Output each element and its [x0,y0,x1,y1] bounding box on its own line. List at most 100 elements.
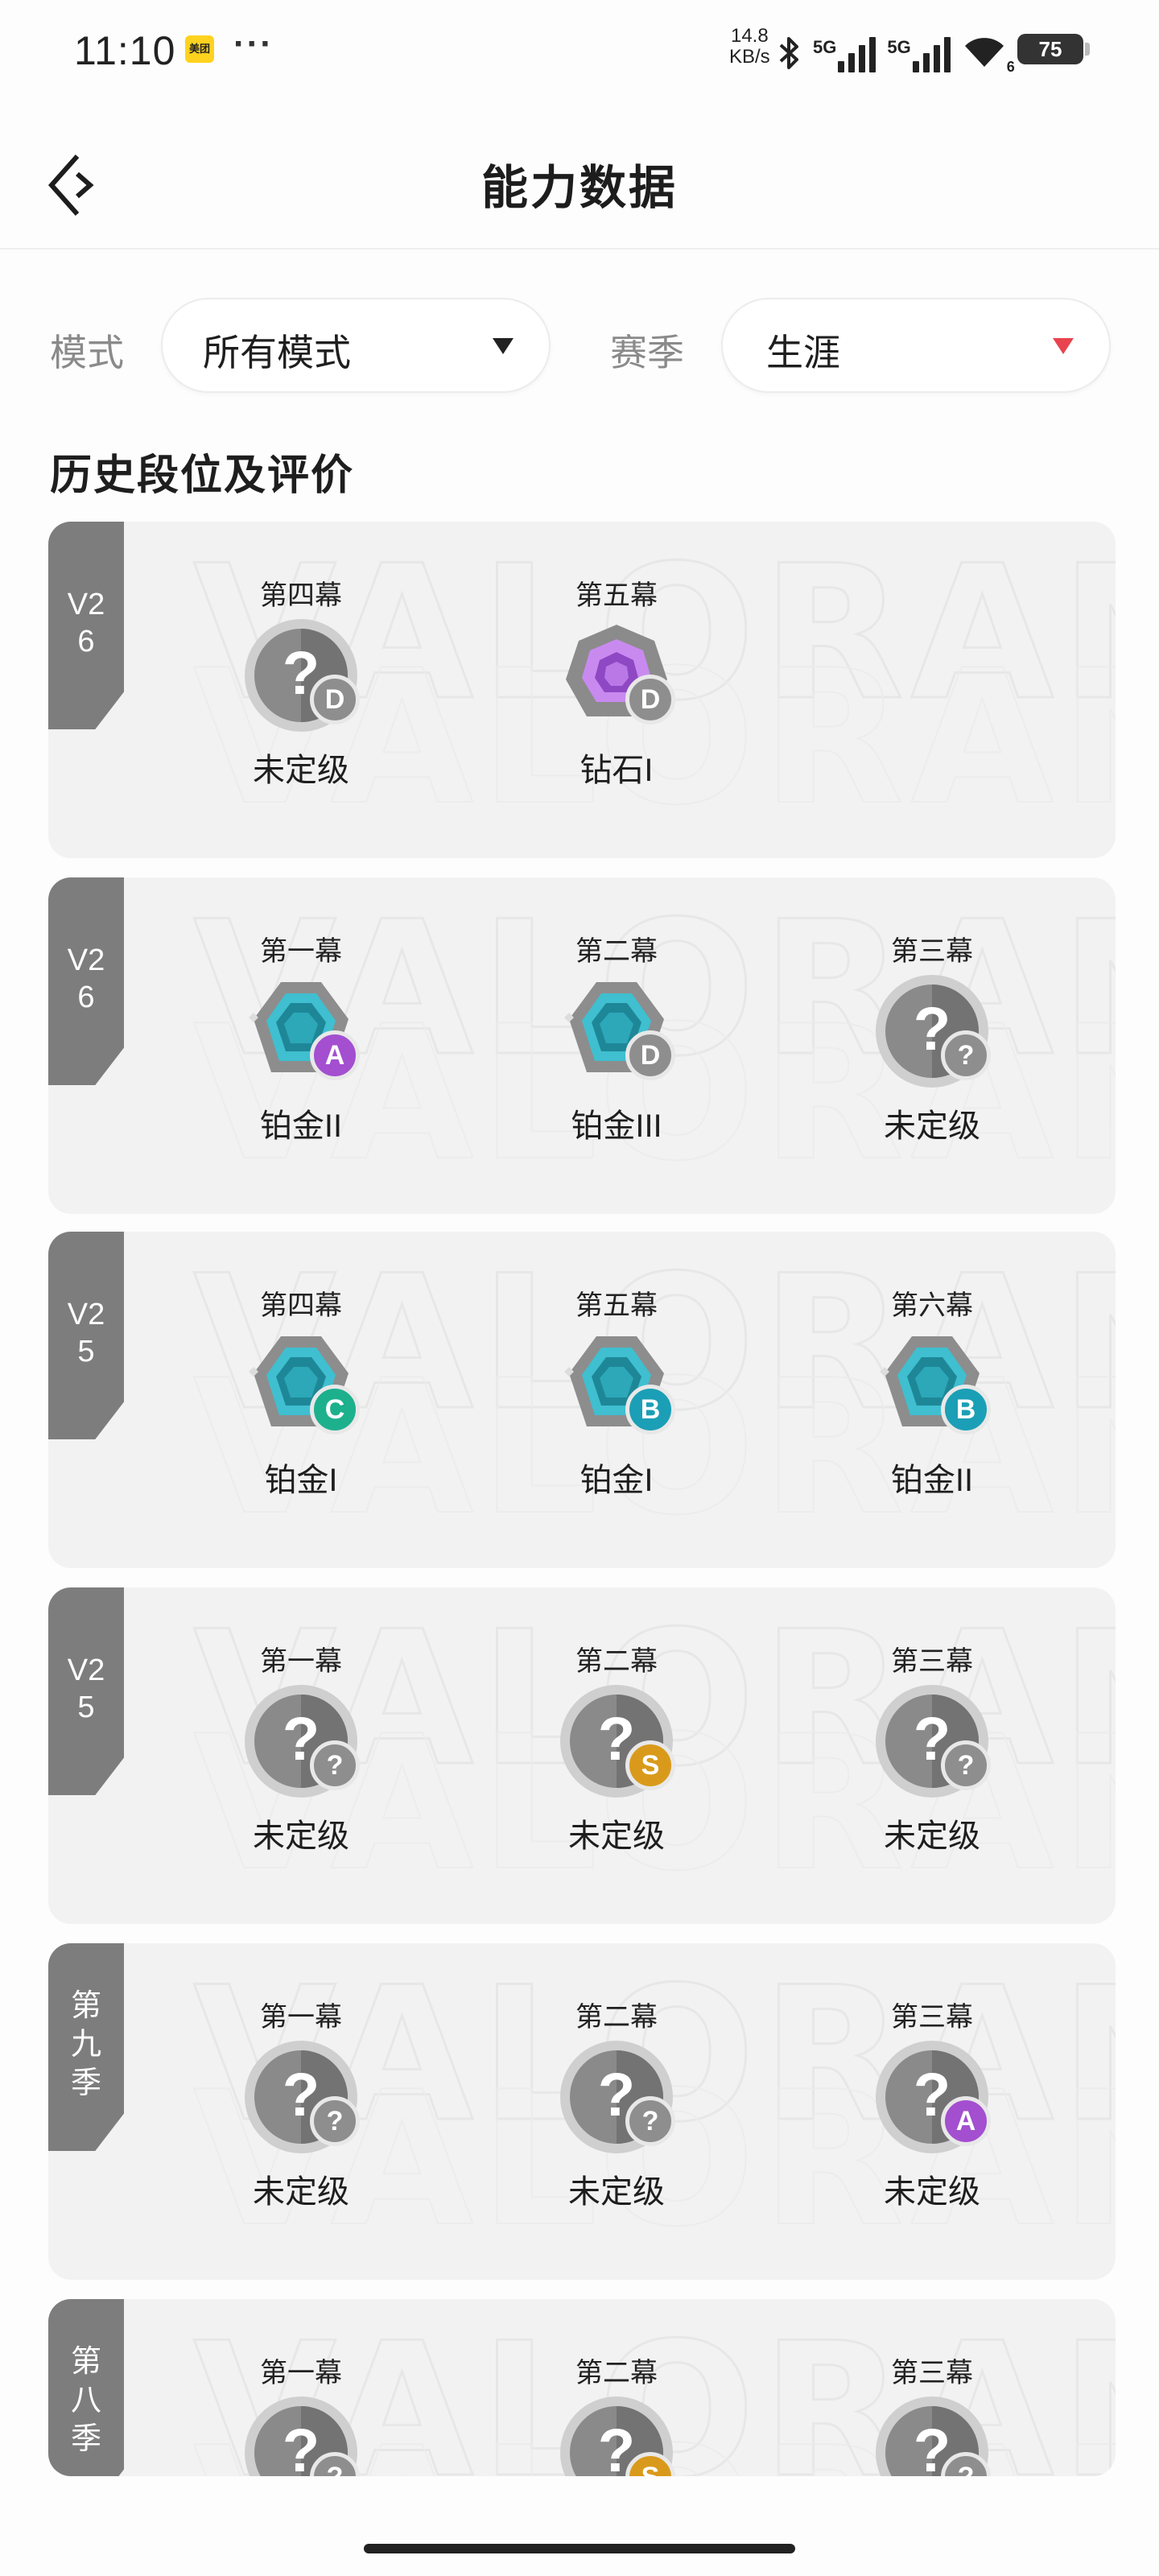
act-rank-item[interactable]: 第三幕?? [835,2351,1029,2476]
unranked-icon: ? A [872,2037,992,2157]
act-rank-item[interactable]: 第四幕 C 铂金I [204,1283,398,1501]
act-name: 第六幕 [891,1290,973,1321]
platinum-icon: A [241,971,361,1092]
act-name: 第二幕 [575,1646,658,1677]
act-name: 第一幕 [260,2358,342,2388]
performance-grade-badge: D [625,675,675,724]
season-card: VALORANTVALORANTV25第一幕??未定级第二幕?S未定级第三幕??… [48,1587,1116,1924]
mode-dropdown-value: 所有模式 [203,332,351,374]
season-dropdown-value: 生涯 [766,332,840,374]
act-rank-item[interactable]: 第四幕 ? D 未定级 [204,573,398,791]
performance-grade-badge: C [310,1385,360,1435]
platinum-icon: B [556,1325,677,1446]
section-title: 历史段位及评价 [50,452,355,499]
season-card: VALORANTVALORANTV26第四幕?D未定级第五幕D钻石I [48,522,1116,858]
performance-grade-badge: ? [625,2096,675,2146]
page-title: 能力数据 [481,162,678,214]
filter-bar: 模式 所有模式 赛季 生涯 [0,298,1159,393]
rank-name: 钻石I [580,753,654,788]
act-rank-item[interactable]: 第五幕 D 钻石I [520,573,713,791]
act-name: 第四幕 [260,580,342,611]
rank-name: 未定级 [253,1818,349,1854]
rank-name: 未定级 [568,2174,665,2210]
unranked-icon: ?? [872,2392,992,2476]
act-rank-item[interactable]: 第二幕 D 铂金III [520,929,713,1146]
diamond-icon: D [556,615,677,736]
status-icons: 5G 5G 6 [777,24,1015,75]
season-tag: V26 [48,877,124,1085]
season-card: VALORANTVALORANTV25第四幕C铂金I第五幕B铂金I第六幕B铂金I… [48,1232,1116,1568]
unranked-icon: ?? [241,1681,361,1802]
rank-name: 铂金I [580,1463,654,1498]
rank-name: 未定级 [253,753,349,788]
platinum-icon: B [872,1325,992,1446]
season-dropdown[interactable]: 生涯 [721,298,1111,393]
performance-grade-badge: S [625,1740,675,1790]
act-name: 第一幕 [260,936,342,967]
season-tag: V26 [48,522,124,729]
network-speed-value: 14.8 [730,25,769,47]
unranked-icon: ?S [556,1681,677,1802]
season-card: VALORANTVALORANT第八季第一幕??第二幕?S第三幕?? [48,2299,1116,2476]
act-name: 第三幕 [891,2358,973,2388]
signal-icon-2 [912,37,951,72]
rank-name: 未定级 [884,1108,980,1144]
rank-name: 未定级 [568,1818,665,1854]
battery-icon: 75 [1017,34,1090,64]
act-rank-item[interactable]: 第三幕?? 未定级 [835,929,1029,1146]
act-rank-item[interactable]: 第一幕 A 铂金II [204,929,398,1146]
unranked-icon: ?? [241,2037,361,2157]
act-rank-item[interactable]: 第六幕 B 铂金II [835,1283,1029,1501]
season-tag: V25 [48,1587,124,1795]
unranked-icon: ?? [241,2392,361,2476]
performance-grade-badge: D [310,675,360,724]
act-name: 第三幕 [891,2002,973,2033]
wifi-band: 6 [1006,59,1015,75]
home-indicator[interactable] [364,2544,795,2553]
act-name: 第五幕 [575,1290,658,1321]
act-name: 第二幕 [575,936,658,967]
act-rank-item[interactable]: 第二幕?? 未定级 [520,1995,713,2212]
page-header: 能力数据 [0,121,1159,250]
signal-icon-1 [838,37,876,72]
act-name: 第二幕 [575,2002,658,2033]
season-card: VALORANTVALORANTV26第一幕A铂金II第二幕D铂金III第三幕?… [48,877,1116,1214]
performance-grade-badge: A [310,1030,360,1080]
act-name: 第一幕 [260,1646,342,1677]
bluetooth-icon [779,37,798,69]
performance-grade-badge: ? [941,1740,991,1790]
performance-grade-badge: ? [310,2096,360,2146]
act-name: 第二幕 [575,2358,658,2388]
unranked-icon: ?? [872,971,992,1092]
platinum-icon: C [241,1325,361,1446]
act-name: 第一幕 [260,2002,342,2033]
chevron-down-icon [1053,338,1074,354]
act-rank-item[interactable]: 第五幕 B 铂金I [520,1283,713,1501]
season-tag: 第八季 [48,2299,124,2476]
performance-grade-badge: ? [941,1030,991,1080]
rank-name: 未定级 [884,2174,980,2210]
mode-label: 模式 [50,332,124,374]
network-speed: 14.8 KB/s [729,26,770,68]
act-rank-item[interactable]: 第一幕?? 未定级 [204,1995,398,2212]
performance-grade-badge: B [625,1385,675,1435]
act-name: 第三幕 [891,1646,973,1677]
act-rank-item[interactable]: 第二幕 ? S 未定级 [520,1639,713,1856]
rank-name: 未定级 [884,1818,980,1854]
rank-name: 铂金II [259,1108,343,1144]
act-rank-item[interactable]: 第三幕?? 未定级 [835,1639,1029,1856]
rank-name: 未定级 [253,2174,349,2210]
mode-dropdown[interactable]: 所有模式 [161,298,551,393]
act-name: 第五幕 [575,580,658,611]
more-notifications-icon: ··· [233,24,274,64]
rank-name: 铂金III [571,1108,662,1144]
act-rank-item[interactable]: 第一幕?? [204,2351,398,2476]
act-rank-item[interactable]: 第二幕 ?S [520,2351,713,2476]
unranked-icon: ?? [872,1681,992,1802]
season-tag: 第九季 [48,1943,124,2151]
wifi-icon [964,38,1004,67]
act-name: 第三幕 [891,936,973,967]
act-rank-item[interactable]: 第一幕?? 未定级 [204,1639,398,1856]
act-rank-item[interactable]: 第三幕 ? A 未定级 [835,1995,1029,2212]
status-bar: 11:10 美团 ··· 14.8 KB/s 5G 5G 6 75 [0,0,1159,97]
